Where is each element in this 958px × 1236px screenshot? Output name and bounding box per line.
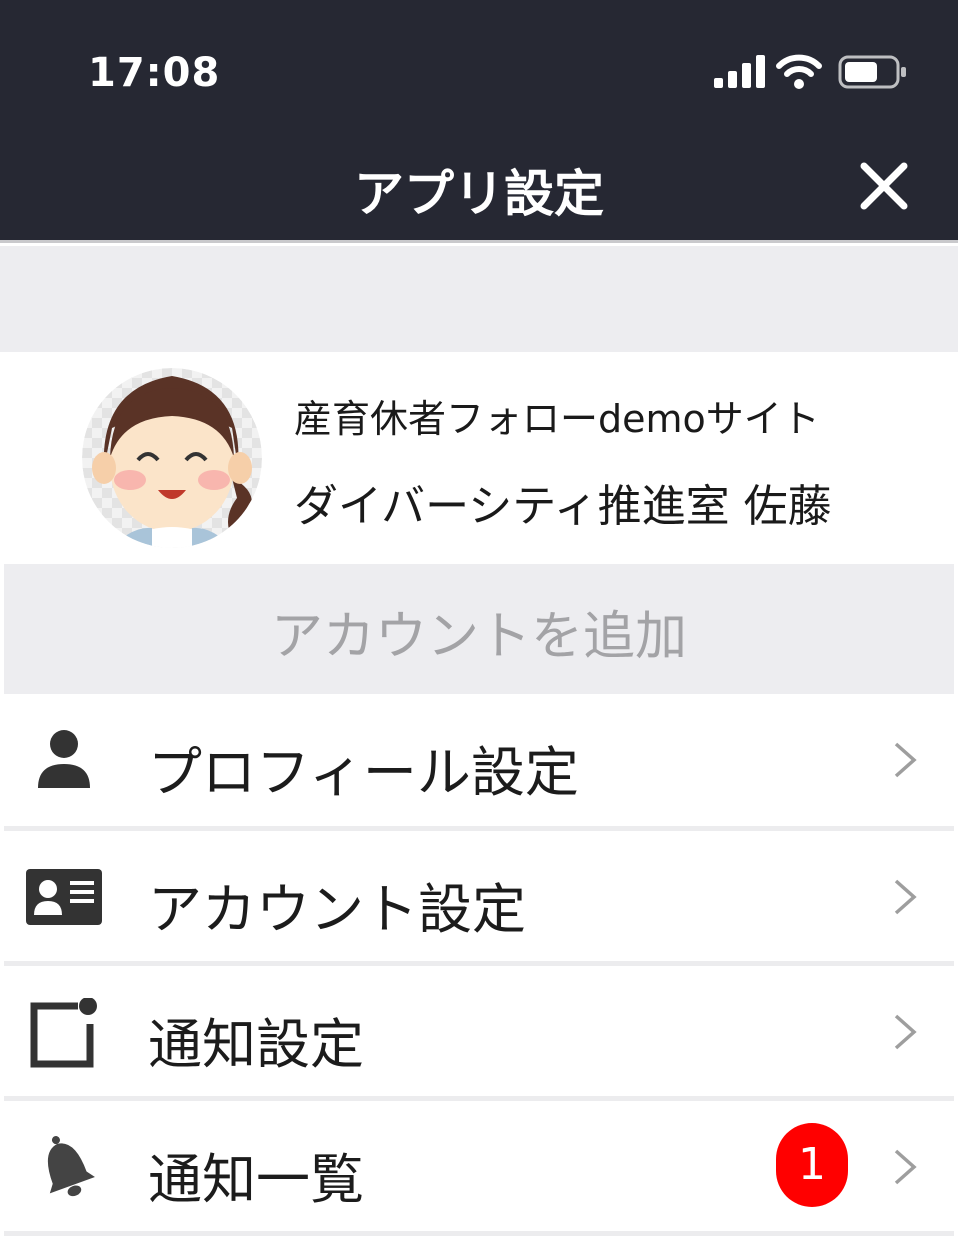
chevron-right-icon — [894, 742, 917, 778]
menu-item-notification-settings[interactable]: 通知設定 — [4, 966, 954, 1096]
chevron-right-icon — [894, 1149, 917, 1185]
chevron-right-icon — [894, 1014, 917, 1050]
person-icon — [38, 730, 90, 788]
notification-count-badge: 1 — [776, 1123, 848, 1207]
notification-settings-icon — [30, 998, 97, 1068]
add-account-label: アカウントを追加 — [270, 607, 687, 667]
section-spacer — [0, 246, 958, 352]
menu-item-label: 通知設定 — [148, 1013, 364, 1076]
avatar — [82, 368, 262, 548]
signal-icon — [714, 55, 765, 88]
divider — [4, 1231, 954, 1236]
profile-site-name: 産育休者フォローdemoサイト — [294, 397, 820, 441]
id-card-icon — [26, 869, 102, 925]
menu-item-label: アカウント設定 — [148, 878, 526, 941]
profile-user-name: ダイバーシティ推進室 佐藤 — [294, 481, 832, 532]
wifi-icon — [776, 54, 822, 89]
close-button[interactable] — [856, 158, 912, 214]
profile-card[interactable]: 産育休者フォローdemoサイト ダイバーシティ推進室 佐藤 — [0, 352, 958, 564]
bell-icon — [47, 1136, 95, 1197]
add-account-button[interactable]: アカウントを追加 — [4, 564, 954, 694]
chevron-right-icon — [894, 879, 917, 915]
menu-item-label: プロフィール設定 — [148, 741, 579, 804]
battery-icon — [838, 55, 906, 89]
menu-item-profile-settings[interactable]: プロフィール設定 — [4, 694, 954, 824]
status-bar: 17:08 — [0, 0, 958, 130]
menu-item-notification-list[interactable]: 通知一覧 1 — [4, 1101, 954, 1231]
navigation-bar: アプリ設定 — [0, 130, 958, 243]
menu-item-account-settings[interactable]: アカウント設定 — [4, 831, 954, 961]
status-time: 17:08 — [88, 50, 221, 96]
close-icon — [860, 162, 908, 210]
menu-item-label: 通知一覧 — [148, 1148, 364, 1211]
page-title: アプリ設定 — [354, 165, 604, 223]
